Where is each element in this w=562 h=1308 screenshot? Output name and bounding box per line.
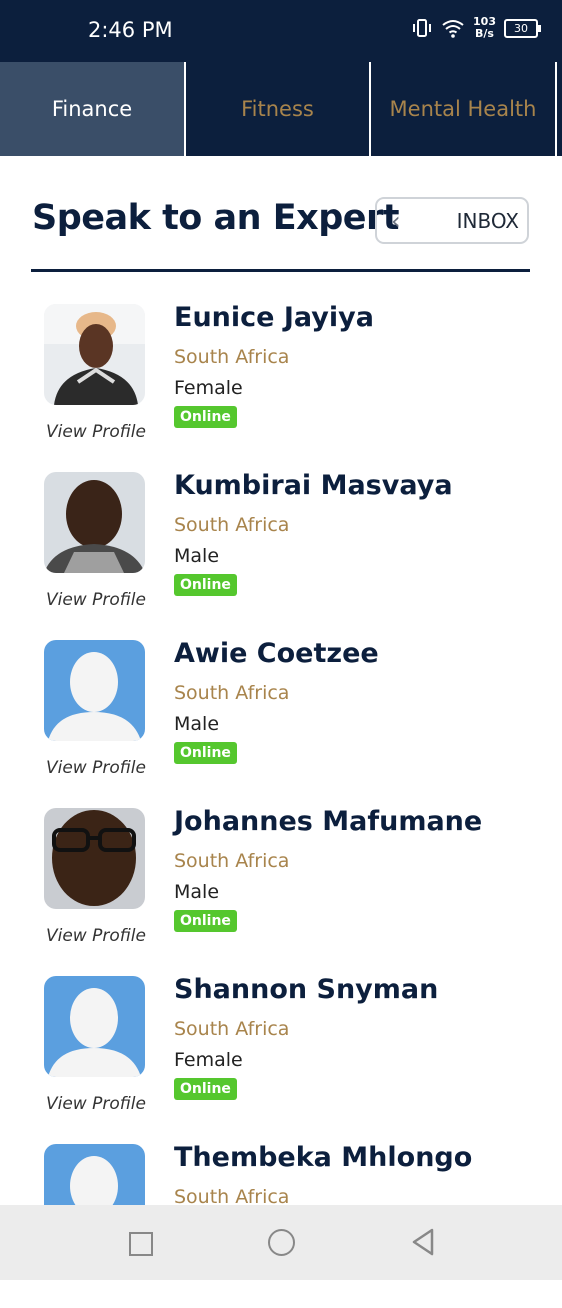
expert-card: View Profile Awie Coetzee South Africa M… bbox=[0, 636, 562, 804]
expert-name: Shannon Snyman bbox=[174, 974, 439, 1005]
expert-list: View Profile Eunice Jayiya South Africa … bbox=[0, 300, 562, 1308]
status-badge: Online bbox=[174, 574, 237, 596]
back-icon[interactable] bbox=[410, 1227, 436, 1257]
chevron-left-icon: ‹ bbox=[391, 207, 401, 235]
expert-gender: Female bbox=[174, 1049, 243, 1071]
avatar[interactable] bbox=[44, 304, 145, 405]
expert-country: South Africa bbox=[174, 346, 290, 368]
inbox-label: INBOX bbox=[456, 209, 519, 233]
recent-apps-icon[interactable] bbox=[129, 1232, 153, 1256]
view-profile-link[interactable]: View Profile bbox=[46, 590, 146, 610]
status-badge: Online bbox=[174, 910, 237, 932]
vibrate-icon bbox=[413, 19, 432, 37]
expert-country: South Africa bbox=[174, 1018, 290, 1040]
avatar-placeholder-icon bbox=[44, 640, 145, 741]
category-tabs: Finance Fitness Mental Health bbox=[0, 62, 562, 156]
page-title: Speak to an Expert bbox=[32, 198, 400, 238]
wifi-icon bbox=[442, 20, 464, 38]
expert-name: Awie Coetzee bbox=[174, 638, 379, 669]
status-icons: 103 B/s 30 bbox=[411, 15, 541, 40]
avatar-placeholder-icon bbox=[44, 976, 145, 1077]
avatar-photo-icon bbox=[44, 808, 145, 909]
home-icon[interactable] bbox=[268, 1229, 295, 1256]
view-profile-link[interactable]: View Profile bbox=[46, 926, 146, 946]
status-time: 2:46 PM bbox=[88, 18, 173, 42]
expert-gender: Male bbox=[174, 545, 220, 567]
avatar[interactable] bbox=[44, 640, 145, 741]
expert-name: Kumbirai Masvaya bbox=[174, 470, 453, 501]
header-divider bbox=[31, 269, 530, 272]
expert-name: Johannes Mafumane bbox=[174, 806, 483, 837]
expert-country: South Africa bbox=[174, 514, 290, 536]
avatar[interactable] bbox=[44, 472, 145, 573]
avatar[interactable] bbox=[44, 976, 145, 1077]
network-speed: 103 B/s bbox=[473, 15, 496, 40]
avatar[interactable] bbox=[44, 808, 145, 909]
expert-country: South Africa bbox=[174, 682, 290, 704]
tab-mental-health[interactable]: Mental Health bbox=[371, 62, 557, 156]
status-badge: Online bbox=[174, 1078, 237, 1100]
expert-card: View Profile Shannon Snyman South Africa… bbox=[0, 972, 562, 1140]
expert-gender: Male bbox=[174, 713, 220, 735]
expert-card: View Profile Eunice Jayiya South Africa … bbox=[0, 300, 562, 468]
view-profile-link[interactable]: View Profile bbox=[46, 422, 146, 442]
tab-fitness[interactable]: Fitness bbox=[186, 62, 371, 156]
view-profile-link[interactable]: View Profile bbox=[46, 1094, 146, 1114]
battery-indicator: 30 bbox=[504, 18, 541, 38]
avatar-photo-icon bbox=[44, 304, 145, 405]
expert-card: View Profile Johannes Mafumane South Afr… bbox=[0, 804, 562, 972]
expert-country: South Africa bbox=[174, 850, 290, 872]
expert-card: View Profile Kumbirai Masvaya South Afri… bbox=[0, 468, 562, 636]
status-badge: Online bbox=[174, 406, 237, 428]
expert-name: Thembeka Mhlongo bbox=[174, 1142, 473, 1173]
inbox-button[interactable]: ‹ INBOX bbox=[375, 197, 529, 244]
view-profile-link[interactable]: View Profile bbox=[46, 758, 146, 778]
expert-gender: Male bbox=[174, 881, 220, 903]
status-badge: Online bbox=[174, 742, 237, 764]
expert-name: Eunice Jayiya bbox=[174, 302, 374, 333]
status-bar: 2:46 PM 103 B/s 30 bbox=[0, 0, 562, 62]
expert-gender: Female bbox=[174, 377, 243, 399]
tab-finance[interactable]: Finance bbox=[0, 62, 186, 156]
system-nav-bar bbox=[0, 1205, 562, 1280]
avatar-photo-icon bbox=[44, 472, 145, 573]
